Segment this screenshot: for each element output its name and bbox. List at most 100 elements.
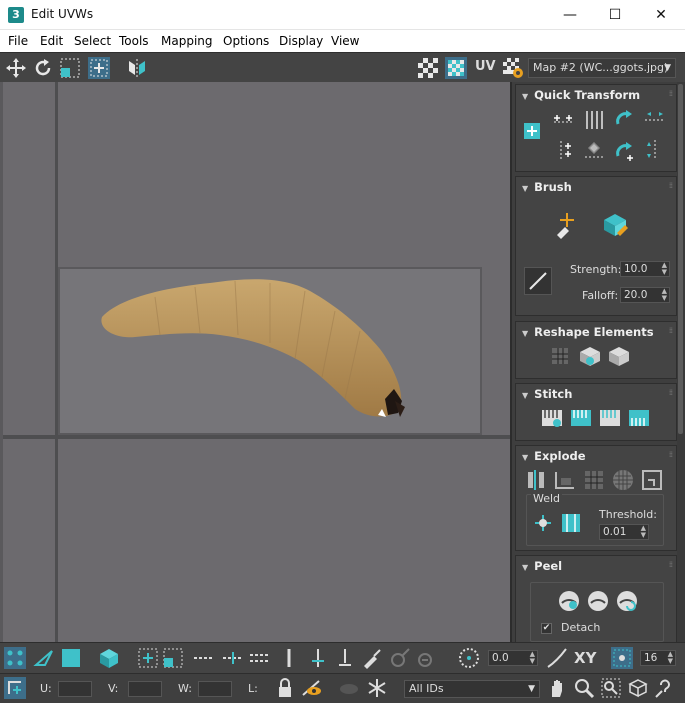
reset-peel-icon[interactable] (615, 589, 639, 613)
spinner-arrows-icon[interactable]: ▲ ▼ (662, 288, 667, 302)
scrollbar-thumb[interactable] (678, 84, 683, 434)
rotate-plus-90-icon[interactable] (612, 138, 636, 162)
uv-label[interactable]: UV (475, 59, 496, 74)
loop-shrink-icon[interactable] (249, 647, 271, 669)
bezier-snap-icon[interactable] (546, 647, 568, 669)
polygon-select-icon[interactable] (60, 647, 82, 669)
spinner-arrows-icon[interactable]: ▲ ▼ (530, 651, 535, 665)
minimize-button[interactable]: — (547, 0, 593, 30)
stretch-vertical-icon[interactable] (643, 138, 667, 162)
zoom-icon[interactable] (573, 677, 595, 699)
stitch-to-source-icon[interactable] (627, 406, 651, 430)
scale-icon[interactable] (59, 57, 81, 79)
stitch-header[interactable]: ▼ Stitch (522, 387, 572, 401)
w-field[interactable] (198, 681, 232, 697)
zoom-extents-icon[interactable] (627, 677, 649, 699)
zoom-region-icon[interactable] (600, 677, 622, 699)
mirror-icon[interactable] (126, 57, 148, 79)
quick-peel-icon[interactable] (557, 589, 581, 613)
paint-move-icon[interactable] (553, 211, 581, 239)
quick-transform-header[interactable]: ▼ Quick Transform (522, 88, 640, 102)
paint-select-icon[interactable] (361, 647, 383, 669)
edge-select-icon[interactable] (33, 647, 55, 669)
strength-spinner[interactable]: 10.0 ▲ ▼ (620, 261, 670, 277)
peel-mode-icon[interactable] (586, 589, 610, 613)
menu-edit[interactable]: Edit (40, 34, 63, 48)
stitch-custom-icon[interactable] (540, 406, 564, 430)
menu-options[interactable]: Options (223, 34, 269, 48)
stitch-to-target-icon[interactable] (569, 406, 593, 430)
angle-spinner[interactable]: 0.0 ▲ ▼ (488, 650, 538, 666)
space-vertical-icon[interactable] (582, 108, 606, 132)
maximize-button[interactable]: ☐ (592, 0, 638, 30)
weld-selected-icon[interactable] (531, 511, 555, 535)
flatten-by-material-icon[interactable] (640, 468, 664, 492)
grid-snap-icon[interactable] (611, 647, 633, 669)
flatten-by-smoothing-icon[interactable] (611, 468, 635, 492)
element-select-icon[interactable] (98, 647, 120, 669)
brush-header[interactable]: ▼ Brush (522, 180, 572, 194)
menu-display[interactable]: Display (279, 34, 323, 48)
freeform-mode-icon[interactable] (88, 57, 110, 79)
absolute-offset-icon[interactable] (4, 677, 26, 699)
material-id-dropdown[interactable]: All IDs ▼ (404, 680, 540, 698)
relax-brush-icon[interactable] (601, 211, 629, 239)
detach-checkbox[interactable]: ✔ (541, 623, 552, 634)
texture-settings-icon[interactable] (502, 57, 524, 79)
spinner-arrows-icon[interactable]: ▲ ▼ (641, 525, 646, 539)
freeze-icon[interactable] (366, 677, 388, 699)
close-button[interactable]: ✕ (638, 0, 684, 30)
help-icon[interactable] (654, 677, 676, 699)
v-field[interactable] (128, 681, 162, 697)
menu-view[interactable]: View (331, 34, 359, 48)
spinner-arrows-icon[interactable]: ▲ ▼ (662, 262, 667, 276)
xy-toggle[interactable]: XY (574, 649, 596, 667)
align-vertical-icon[interactable] (551, 138, 575, 162)
lock-icon[interactable] (274, 677, 296, 699)
panel-scrollbar[interactable] (677, 82, 685, 642)
hide-icon[interactable] (301, 677, 323, 699)
spinner-arrows-icon[interactable]: ▲ ▼ (668, 651, 673, 665)
checker-pattern-icon[interactable] (417, 57, 439, 79)
weld-target-icon[interactable] (559, 511, 583, 535)
paint-grow-icon[interactable] (389, 647, 411, 669)
falloff-spinner[interactable]: 20.0 ▲ ▼ (620, 287, 670, 303)
rotate-icon[interactable] (32, 57, 54, 79)
show-icon[interactable] (338, 677, 360, 699)
pan-icon[interactable] (546, 677, 568, 699)
menu-file[interactable]: File (8, 34, 28, 48)
u-field[interactable] (58, 681, 92, 697)
rotate-minus-90-icon[interactable] (612, 108, 636, 132)
grow-selection-icon[interactable] (137, 647, 159, 669)
vertex-select-icon[interactable] (4, 647, 26, 669)
detach-edge-verts-icon[interactable] (553, 468, 577, 492)
paint-shrink-icon[interactable] (416, 647, 438, 669)
shrink-selection-icon[interactable] (162, 647, 184, 669)
menu-tools[interactable]: Tools (119, 34, 149, 48)
loop-grow-icon[interactable] (222, 647, 244, 669)
loop-select-icon[interactable] (193, 647, 215, 669)
menu-mapping[interactable]: Mapping (161, 34, 213, 48)
reshape-elements-header[interactable]: ▼ Reshape Elements (522, 325, 654, 339)
menu-select[interactable]: Select (74, 34, 111, 48)
stretch-horizontal-icon[interactable] (643, 108, 667, 132)
space-horizontal-icon[interactable] (582, 138, 606, 162)
threshold-spinner[interactable]: 0.01 ▲ ▼ (599, 524, 649, 540)
ring-grow-icon[interactable] (307, 647, 329, 669)
flatten-by-polygon-icon[interactable] (582, 468, 606, 492)
texture-map-dropdown[interactable]: Map #2 (WC...ggots.jpg) ▼ (528, 58, 676, 78)
peel-header[interactable]: ▼ Peel (522, 559, 562, 573)
relax-until-flat-icon[interactable] (578, 344, 602, 368)
move-icon[interactable] (5, 57, 27, 79)
straighten-selection-icon[interactable] (548, 344, 572, 368)
stitch-average-icon[interactable] (598, 406, 622, 430)
angle-snap-icon[interactable] (458, 647, 480, 669)
relax-custom-icon[interactable] (607, 344, 631, 368)
break-icon[interactable] (524, 468, 548, 492)
ring-shrink-icon[interactable] (334, 647, 356, 669)
uv-viewport[interactable] (0, 82, 510, 642)
explode-header[interactable]: ▼ Explode (522, 449, 586, 463)
set-pivot-icon[interactable] (522, 121, 542, 141)
show-map-icon[interactable] (445, 57, 467, 79)
ring-select-icon[interactable] (278, 647, 300, 669)
